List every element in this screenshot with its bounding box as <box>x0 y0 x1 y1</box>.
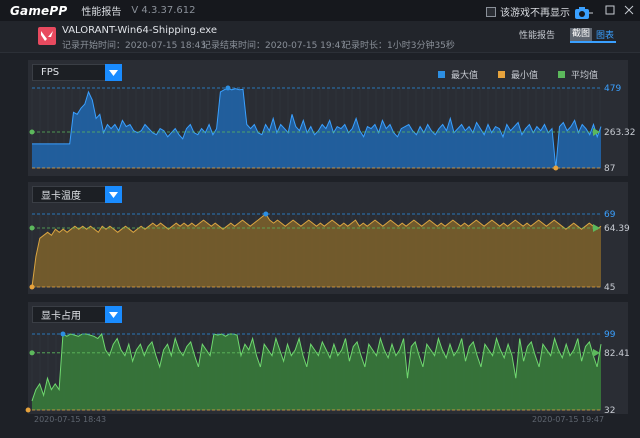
temp-min-point <box>29 284 35 290</box>
end-date-label: 2020-07-15 19:47 <box>532 415 605 424</box>
charts-canvas: 479 263.32 87 69 64.39 45 99 82.41 32 <box>25 84 636 416</box>
fps-min-label: 87 <box>604 164 615 174</box>
start-date-label: 2020-07-15 18:43 <box>34 415 107 424</box>
temp-area <box>32 214 601 287</box>
usage-min-label: 32 <box>604 406 615 416</box>
temp-avg-label: 64.39 <box>604 224 630 234</box>
fps-avg-label: 263.32 <box>604 128 636 138</box>
usage-avg-point <box>29 350 35 356</box>
usage-avg-label: 82.41 <box>604 349 630 359</box>
usage-area <box>32 334 601 410</box>
temp-avg-point <box>29 225 35 231</box>
temp-max-point <box>263 211 269 217</box>
fps-max-point <box>225 85 231 91</box>
fps-min-point <box>553 165 559 171</box>
temp-min-label: 45 <box>604 283 615 293</box>
usage-max-label: 99 <box>604 330 616 340</box>
usage-min-point <box>25 407 31 413</box>
fps-max-label: 479 <box>604 84 621 94</box>
fps-avg-point <box>29 129 35 135</box>
usage-max-point <box>60 331 66 337</box>
temp-max-label: 69 <box>604 210 616 220</box>
